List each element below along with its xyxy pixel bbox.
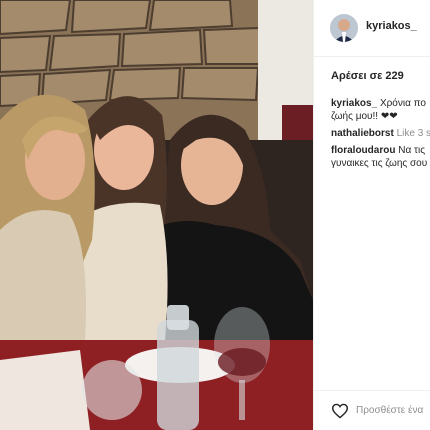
add-comment-input[interactable]: Προσθέστε ένα	[356, 405, 423, 416]
comment-text: Να τις	[398, 145, 426, 156]
comments-list: kyriakos_ Χρόνια πο ζωής μου!! ❤❤ nathal…	[331, 97, 430, 174]
likes-count[interactable]: Αρέσει σε 229	[331, 70, 404, 82]
comment-text: Χρόνια πο	[379, 98, 426, 109]
comment-text-continued: γυναικες τις ζωης σου	[331, 158, 428, 169]
heart-icon[interactable]	[331, 403, 349, 419]
comment-text-continued: ζωής μου!! ❤❤	[331, 111, 398, 122]
comment-item: nathalieborst Like 3 s	[331, 127, 430, 140]
post-side-panel: kyriakos_ Αρέσει σε 229 kyriakos_ Χρόνια…	[313, 0, 430, 430]
post-photo[interactable]	[0, 0, 313, 430]
comment-item: kyriakos_ Χρόνια πο ζωής μου!! ❤❤	[331, 97, 430, 123]
comment-item: floraloudarou Να τις γυναικες τις ζωης σ…	[331, 144, 430, 170]
comment-author[interactable]: kyriakos_	[331, 98, 377, 109]
comment-author[interactable]: nathalieborst	[331, 128, 394, 139]
comment-text: Like 3 s	[396, 128, 430, 139]
post-header: kyriakos_	[314, 0, 430, 57]
post-footer: Προσθέστε ένα	[314, 390, 430, 430]
user-avatar[interactable]	[330, 14, 358, 42]
comment-author[interactable]: floraloudarou	[331, 145, 395, 156]
post-username[interactable]: kyriakos_	[366, 20, 417, 32]
